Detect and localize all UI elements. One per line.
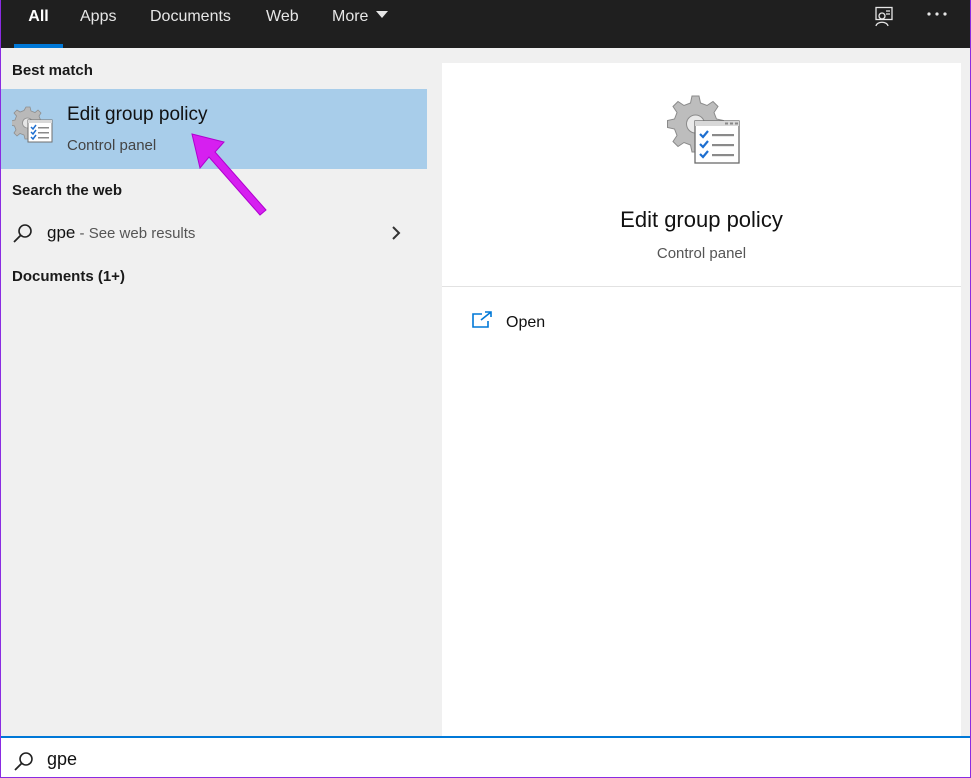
preview-subtitle: Control panel — [656, 245, 747, 262]
results-pane: Best match Edit group policy Control pan… — [0, 48, 427, 736]
documents-header[interactable]: Documents (1+) — [12, 268, 125, 285]
preview-title: Edit group policy — [620, 207, 783, 232]
web-result-row[interactable]: gpe - See web results — [0, 212, 427, 254]
search-box[interactable]: gpe — [0, 736, 971, 778]
tab-all[interactable]: All — [14, 0, 63, 48]
best-match-subtitle: Control panel — [67, 137, 157, 154]
search-scope-bar: All Apps Documents Web More — [0, 0, 971, 48]
more-options-icon[interactable] — [925, 4, 949, 29]
open-icon — [470, 310, 494, 335]
open-label: Open — [506, 314, 546, 331]
tab-web[interactable]: Web — [266, 0, 299, 48]
group-policy-icon — [10, 105, 54, 150]
search-input[interactable]: gpe — [47, 749, 77, 770]
chevron-right-icon[interactable] — [390, 225, 402, 246]
search-web-header: Search the web — [12, 182, 123, 199]
web-result-text: gpe - See web results — [47, 223, 195, 243]
tab-apps[interactable]: Apps — [80, 0, 116, 48]
best-match-title: Edit group policy — [67, 104, 208, 125]
tab-web-label: Web — [266, 8, 299, 25]
web-query: gpe — [47, 223, 76, 242]
preview-card: Edit group policy Control panel Open — [442, 63, 961, 736]
web-result-hint: - See web results — [75, 225, 196, 242]
search-icon — [12, 749, 36, 778]
best-match-result[interactable]: Edit group policy Control panel — [1, 89, 427, 169]
search-icon — [11, 221, 35, 250]
group-policy-large-icon — [666, 93, 742, 174]
best-match-header: Best match — [12, 62, 93, 79]
tab-more-label: More — [332, 8, 369, 25]
tab-documents-label: Documents — [150, 8, 231, 25]
tab-documents[interactable]: Documents — [150, 0, 231, 48]
tab-all-label: All — [28, 8, 49, 25]
feedback-icon[interactable] — [872, 6, 896, 33]
tab-more[interactable]: More — [332, 0, 389, 48]
tab-apps-label: Apps — [80, 8, 117, 25]
caret-down-icon — [376, 11, 389, 18]
open-action[interactable]: Open — [470, 308, 770, 338]
preview-divider — [442, 286, 961, 287]
preview-pane: Edit group policy Control panel Open — [427, 48, 970, 736]
